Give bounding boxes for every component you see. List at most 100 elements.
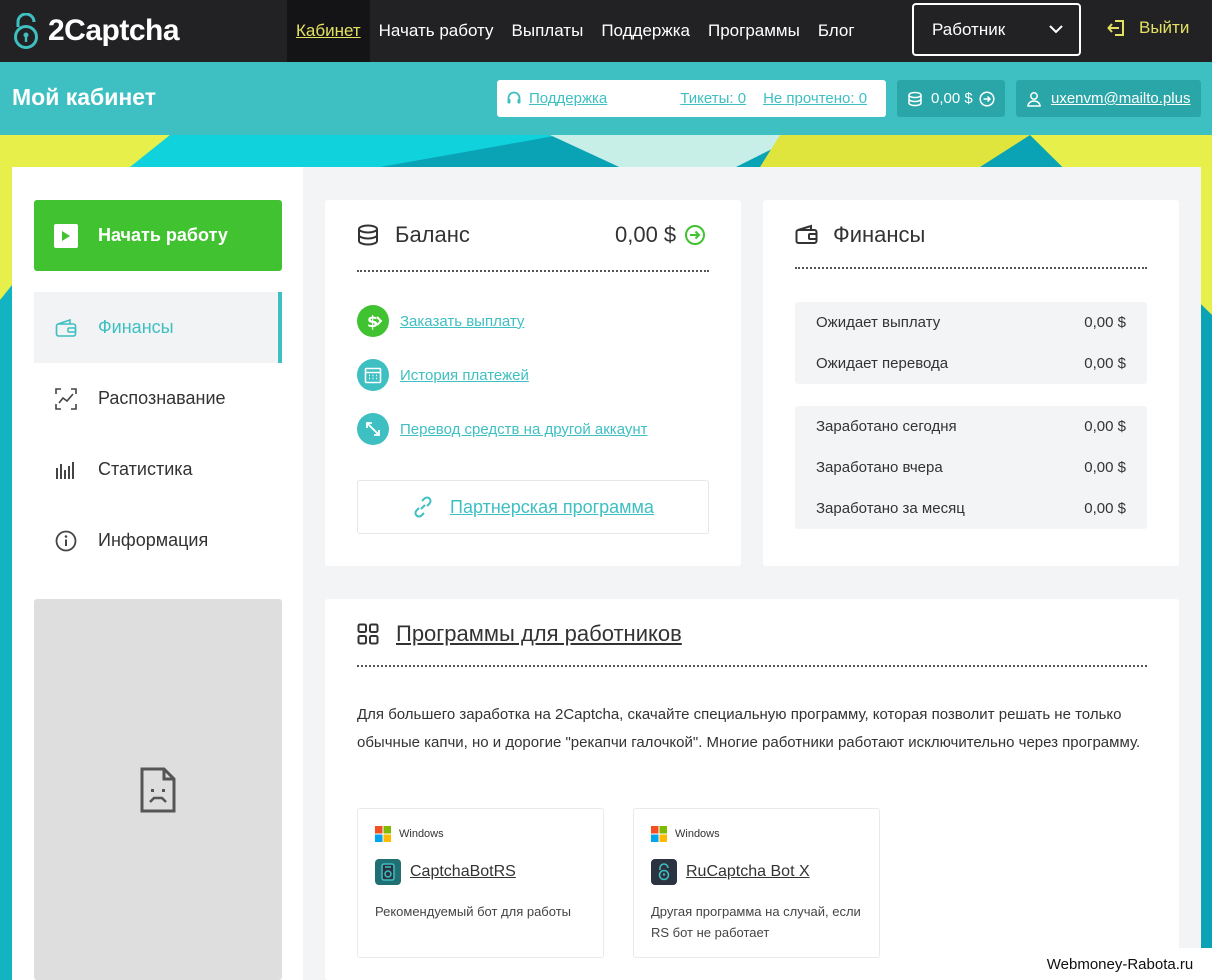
support-box: Поддержка Тикеты: 0 Не прочтено: 0: [497, 80, 886, 117]
arrow-circle-icon: [685, 225, 706, 245]
fin-row-value: 0,00 $: [1084, 314, 1126, 331]
fin-row-label: Заработано сегодня: [816, 418, 957, 435]
tickets-link[interactable]: Тикеты: 0: [680, 90, 746, 107]
sidebar-item-info[interactable]: Информация: [34, 505, 282, 576]
finance-title-text: Финансы: [833, 222, 926, 247]
divider: [357, 270, 709, 272]
divider: [795, 267, 1147, 269]
calendar-icon: [357, 359, 389, 391]
programs-description: Для большего заработка на 2Captcha, скач…: [357, 706, 1141, 751]
nav-item-programs[interactable]: Программы: [699, 0, 809, 62]
support-link[interactable]: Поддержка: [529, 90, 607, 107]
partner-program-label: Партнерская программа: [450, 496, 654, 517]
balance-card-title: Баланс: [357, 222, 470, 248]
payment-history-link[interactable]: История платежей: [357, 359, 529, 391]
os-name: Windows: [399, 828, 444, 840]
info-icon: [54, 529, 78, 553]
program-desc: Рекомендуемый бот для работы: [375, 904, 571, 919]
sidebar-item-recognition[interactable]: Распознавание: [34, 363, 282, 434]
wallet-icon: [795, 224, 818, 244]
partner-program-button[interactable]: Партнерская программа: [357, 480, 709, 534]
user-email: uxenvm@mailto.plus: [1051, 90, 1191, 107]
program-card-rucaptcha-bot-x: Windows RuCaptcha Bot X Другая программа…: [633, 808, 880, 958]
windows-icon: [651, 826, 667, 842]
balance-title-text: Баланс: [395, 222, 470, 247]
link-icon: [414, 496, 432, 518]
logo-text: 2Captcha: [48, 14, 180, 47]
divider: [357, 665, 1147, 667]
dollar-icon: $: [357, 305, 389, 337]
logout-button[interactable]: Выйти: [1107, 18, 1189, 38]
programs-title-text: Программы для работников: [396, 621, 682, 646]
cabinet-header: Мой кабинет Поддержка Тикеты: 0 Не прочт…: [0, 62, 1212, 135]
earned-group: Заработано сегодня 0,00 $ Заработано вче…: [795, 406, 1147, 529]
sidebar-item-label: Распознавание: [98, 388, 226, 408]
watermark: Webmoney-Rabota.ru: [1028, 948, 1212, 980]
balance-card: Баланс 0,00 $ $ Заказать выплату История…: [325, 200, 741, 566]
captchabotrs-app-icon: [375, 859, 401, 885]
broken-page-icon: [140, 767, 176, 812]
nav-item-payouts[interactable]: Выплаты: [503, 0, 593, 62]
nav-item-start-work[interactable]: Начать работу: [370, 0, 503, 62]
fin-row-earned-yesterday: Заработано вчера 0,00 $: [795, 447, 1147, 488]
program-link-captchabotrs[interactable]: CaptchaBotRS: [375, 859, 516, 885]
user-icon: [1027, 91, 1041, 107]
order-payout-label: Заказать выплату: [400, 312, 525, 330]
apps-grid-icon: [357, 623, 379, 645]
logout-label: Выйти: [1139, 18, 1190, 37]
recognition-icon: [54, 387, 78, 411]
role-select-value: Работник: [932, 19, 1006, 39]
logout-icon: [1107, 20, 1124, 36]
fin-row-value: 0,00 $: [1084, 500, 1126, 517]
os-label: Windows: [651, 826, 720, 842]
transfer-icon: [357, 413, 389, 445]
balance-amount[interactable]: 0,00 $: [615, 222, 706, 248]
program-card-captchabotrs: Windows CaptchaBotRS Рекомендуемый бот д…: [357, 808, 604, 958]
sidebar-item-label: Информация: [98, 530, 209, 550]
headset-icon: [507, 91, 521, 103]
fin-row-label: Заработано за месяц: [816, 500, 965, 517]
user-account[interactable]: uxenvm@mailto.plus: [1016, 80, 1201, 117]
fin-row-label: Заработано вчера: [816, 459, 943, 476]
payment-history-label: История платежей: [400, 366, 529, 384]
header-balance[interactable]: 0,00 $: [897, 80, 1005, 117]
sidebar-item-finance[interactable]: Финансы: [34, 292, 282, 363]
balance-amount-value: 0,00 $: [615, 222, 677, 247]
arrow-circle-icon: [979, 90, 995, 107]
ad-placeholder: [34, 599, 282, 980]
program-link-rucaptcha-bot-x[interactable]: RuCaptcha Bot X: [651, 859, 810, 885]
sidebar-item-label: Финансы: [98, 317, 174, 337]
role-select[interactable]: Работник: [912, 3, 1081, 56]
logo[interactable]: 2Captcha: [12, 13, 282, 49]
coins-icon: [358, 224, 378, 246]
fin-row-earned-month: Заработано за месяц 0,00 $: [795, 488, 1147, 529]
windows-icon: [375, 826, 391, 842]
start-work-button[interactable]: Начать работу: [34, 200, 282, 271]
program-name: RuCaptcha Bot X: [686, 863, 810, 880]
program-desc: Другая программа на случай, если RS бот …: [651, 904, 861, 940]
pending-group: Ожидает выплату 0,00 $ Ожидает перевода …: [795, 302, 1147, 384]
fin-row-pending-payout: Ожидает выплату 0,00 $: [795, 302, 1147, 343]
fin-row-label: Ожидает выплату: [816, 314, 941, 331]
fin-row-value: 0,00 $: [1084, 355, 1126, 372]
nav-item-support[interactable]: Поддержка: [592, 0, 699, 62]
programs-card: Программы для работников Для большего за…: [325, 599, 1179, 980]
nav-item-blog[interactable]: Блог: [809, 0, 864, 62]
sidebar-item-statistics[interactable]: Статистика: [34, 434, 282, 505]
nav-item-cabinet[interactable]: Кабинет: [287, 0, 370, 62]
transfer-funds-label: Перевод средств на другой аккаунт: [400, 420, 648, 438]
order-payout-link[interactable]: $ Заказать выплату: [357, 305, 524, 337]
sidebar-item-label: Статистика: [98, 459, 193, 479]
transfer-funds-link[interactable]: Перевод средств на другой аккаунт: [357, 413, 648, 445]
fin-row-value: 0,00 $: [1084, 418, 1126, 435]
rucaptcha-app-icon: [651, 859, 677, 885]
play-icon: [54, 223, 78, 248]
wallet-icon: [54, 316, 78, 340]
program-name: CaptchaBotRS: [410, 863, 516, 880]
chart-bars-icon: [54, 458, 78, 482]
svg-text:$: $: [367, 312, 378, 331]
os-name: Windows: [675, 828, 720, 840]
unread-link[interactable]: Не прочтено: 0: [763, 90, 867, 107]
programs-card-title[interactable]: Программы для работников: [357, 621, 682, 647]
main-container: Начать работу Финансы Распознавание Стат…: [12, 167, 1201, 980]
